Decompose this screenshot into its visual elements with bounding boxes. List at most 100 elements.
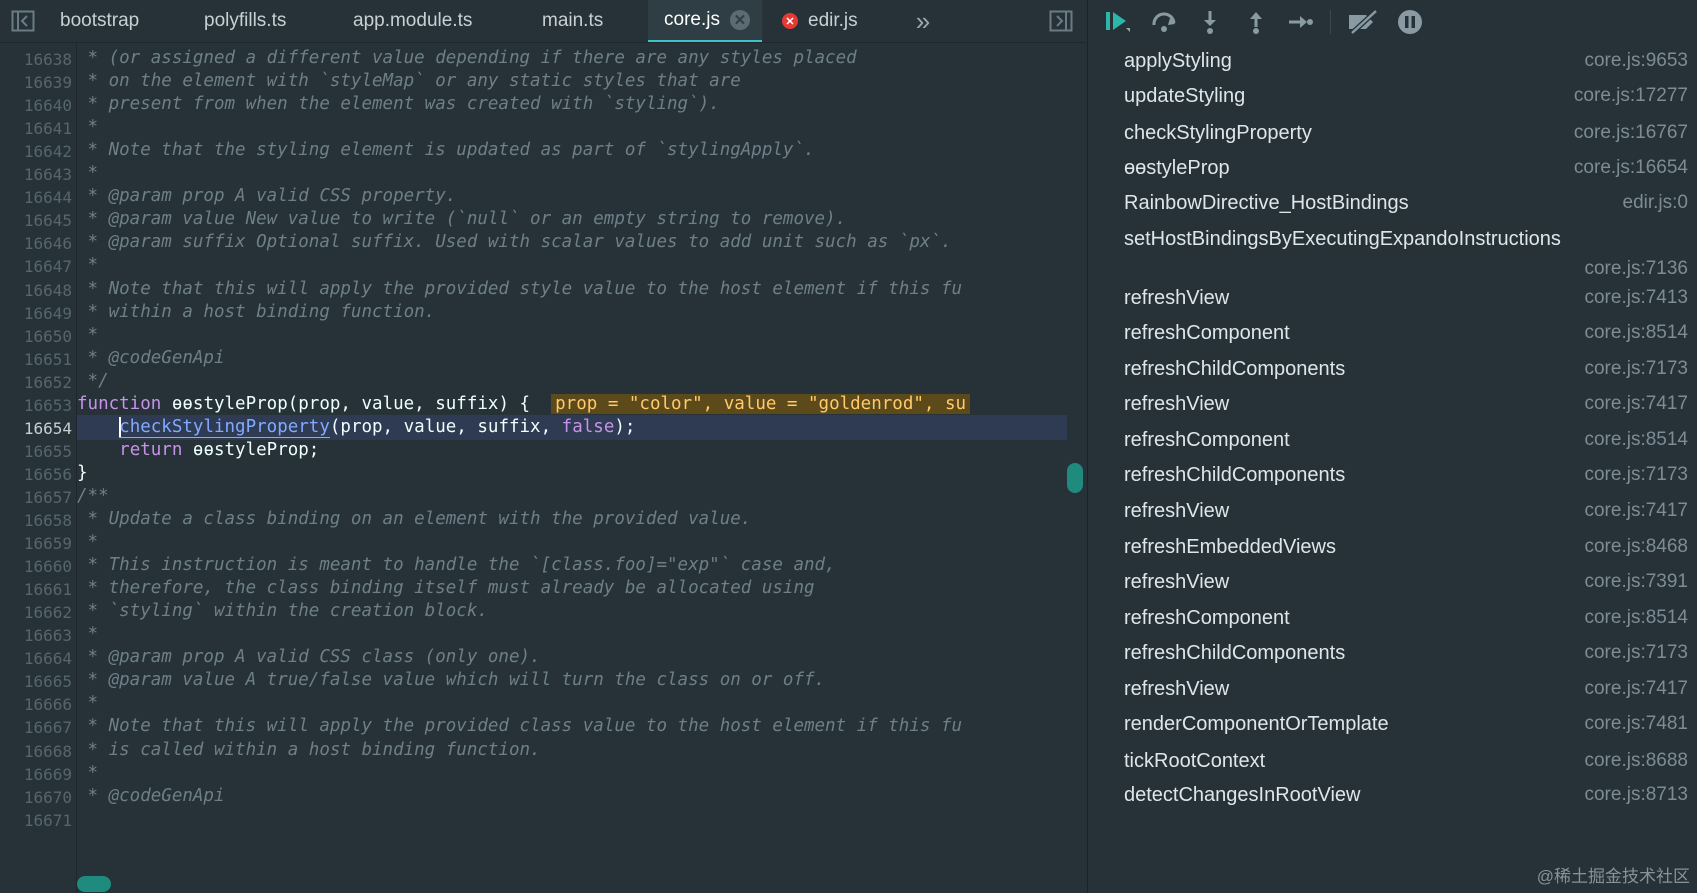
- breakpoints-off-icon[interactable]: [1346, 8, 1380, 36]
- sidebar-toggle-icon[interactable]: [6, 0, 40, 42]
- code-line[interactable]: * @codeGenApi: [77, 784, 1067, 809]
- line-number[interactable]: 16667: [0, 715, 72, 740]
- line-number[interactable]: 16640: [0, 93, 72, 118]
- code-line[interactable]: * present from when the element was crea…: [77, 92, 1067, 117]
- call-stack-frame[interactable]: refreshView core.js:7417: [1088, 500, 1697, 530]
- call-stack-frame[interactable]: refreshEmbeddedViews core.js:8468: [1088, 536, 1697, 566]
- code-line[interactable]: return ɵɵstyleProp;: [77, 438, 1067, 463]
- line-number[interactable]: 16668: [0, 739, 72, 764]
- line-number[interactable]: 16649: [0, 301, 72, 326]
- code-line[interactable]: /**: [77, 484, 1067, 509]
- line-number[interactable]: 16659: [0, 531, 72, 556]
- line-number[interactable]: 16657: [0, 485, 72, 510]
- call-stack-frame[interactable]: refreshComponent core.js:8514: [1088, 607, 1697, 637]
- line-number[interactable]: 16656: [0, 462, 72, 487]
- line-number[interactable]: 16651: [0, 347, 72, 372]
- code-line[interactable]: * `styling` within the creation block.: [77, 599, 1067, 624]
- code-line[interactable]: * (or assigned a different value dependi…: [77, 46, 1067, 71]
- line-number[interactable]: 16647: [0, 254, 72, 279]
- code-line[interactable]: *: [77, 115, 1067, 140]
- code-line[interactable]: *: [77, 622, 1067, 647]
- code-line[interactable]: * therefore, the class binding itself mu…: [77, 576, 1067, 601]
- pause-icon[interactable]: [1396, 8, 1424, 36]
- line-number[interactable]: 16670: [0, 785, 72, 810]
- call-stack-frame[interactable]: RainbowDirective_HostBindings edir.js:0: [1088, 192, 1697, 222]
- line-number[interactable]: 16671: [0, 808, 72, 833]
- line-number[interactable]: 16666: [0, 692, 72, 717]
- code-line[interactable]: * is called within a host binding functi…: [77, 738, 1067, 763]
- code-line[interactable]: * @param suffix Optional suffix. Used wi…: [77, 230, 1067, 255]
- line-number-gutter[interactable]: 16638 16639 16640 16641 16642 16643 16644 16645…: [0, 43, 77, 893]
- code-line[interactable]: }: [77, 461, 1067, 486]
- chevron-double-right-icon[interactable]: »: [908, 0, 938, 42]
- call-stack-frame[interactable]: tickRootContext core.js:8688: [1088, 750, 1697, 780]
- code-line[interactable]: * @param prop A valid CSS class (only on…: [77, 645, 1067, 670]
- tab-main[interactable]: main.ts: [542, 0, 603, 42]
- call-stack-frame[interactable]: refreshView core.js:7391: [1088, 571, 1697, 601]
- code-line[interactable]: * Note that the styling element is updat…: [77, 138, 1067, 163]
- call-stack-frame[interactable]: refreshChildComponents core.js:7173: [1088, 642, 1697, 672]
- call-stack-frame[interactable]: ɵɵstyleProp core.js:16654: [1088, 157, 1697, 187]
- code-line[interactable]: * within a host binding function.: [77, 300, 1067, 325]
- code-line[interactable]: * Note that this will apply the provided…: [77, 714, 1067, 739]
- line-number[interactable]: 16642: [0, 139, 72, 164]
- code-line[interactable]: */: [77, 369, 1067, 394]
- call-stack-frame[interactable]: refreshComponent core.js:8514: [1088, 429, 1697, 459]
- code-line[interactable]: [77, 807, 1067, 832]
- line-number[interactable]: 16641: [0, 116, 72, 141]
- code-line[interactable]: * Note that this will apply the provided…: [77, 277, 1067, 302]
- code-line[interactable]: *: [77, 323, 1067, 348]
- call-stack-frame[interactable]: renderComponentOrTemplate core.js:7481: [1088, 713, 1697, 743]
- call-stack-frame[interactable]: applyStyling core.js:9653: [1088, 50, 1697, 80]
- line-number[interactable]: 16648: [0, 278, 72, 303]
- step-over-icon[interactable]: [1150, 8, 1178, 36]
- code-line[interactable]: * @param prop A valid CSS property.: [77, 184, 1067, 209]
- code-line[interactable]: * on the element with `styleMap` or any …: [77, 69, 1067, 94]
- code-line[interactable]: *: [77, 761, 1067, 786]
- line-number[interactable]: 16643: [0, 162, 72, 187]
- step-out-icon[interactable]: [1242, 8, 1270, 36]
- call-stack-frame[interactable]: detectChangesInRootView core.js:8713: [1088, 784, 1697, 814]
- code-line[interactable]: function ɵɵstyleProp(prop, value, suffix…: [77, 392, 1067, 417]
- line-number[interactable]: 16654: [0, 416, 72, 441]
- line-number[interactable]: 16669: [0, 762, 72, 787]
- call-stack-frame[interactable]: refreshView core.js:7417: [1088, 678, 1697, 708]
- call-stack-frame[interactable]: refreshComponent core.js:8514: [1088, 322, 1697, 352]
- code-line[interactable]: *: [77, 530, 1067, 555]
- call-stack-frame[interactable]: refreshView core.js:7417: [1088, 393, 1697, 423]
- line-number[interactable]: 16644: [0, 185, 72, 210]
- tab-polyfills[interactable]: polyfills.ts: [204, 0, 286, 42]
- tab-app-module[interactable]: app.module.ts: [353, 0, 472, 42]
- panel-toggle-icon[interactable]: [1044, 0, 1078, 42]
- line-number[interactable]: 16658: [0, 508, 72, 533]
- code-line[interactable]: * Update a class binding on an element w…: [77, 507, 1067, 532]
- code-line[interactable]: *: [77, 161, 1067, 186]
- line-number[interactable]: 16638: [0, 47, 72, 72]
- line-number[interactable]: 16652: [0, 370, 72, 395]
- call-stack-frame[interactable]: updateStyling core.js:17277: [1088, 85, 1697, 115]
- call-stack-frame[interactable]: setHostBindingsByExecutingExpandoInstruc…: [1088, 228, 1697, 286]
- code-area[interactable]: * (or assigned a different value dependi…: [77, 43, 1067, 893]
- step-into-icon[interactable]: [1196, 8, 1224, 36]
- step-icon[interactable]: [1286, 8, 1314, 36]
- code-line[interactable]: * @param value A true/false value which …: [77, 668, 1067, 693]
- horizontal-scrollbar[interactable]: [77, 876, 111, 892]
- line-number[interactable]: 16639: [0, 70, 72, 95]
- code-line[interactable]: * This instruction is meant to handle th…: [77, 553, 1067, 578]
- line-number[interactable]: 16664: [0, 646, 72, 671]
- tab-bootstrap[interactable]: bootstrap: [60, 0, 139, 42]
- line-number[interactable]: 16655: [0, 439, 72, 464]
- code-line[interactable]: * @param value New value to write (`null…: [77, 207, 1067, 232]
- line-number[interactable]: 16663: [0, 623, 72, 648]
- code-line[interactable]: * @codeGenApi: [77, 346, 1067, 371]
- call-stack-frame[interactable]: refreshView core.js:7413: [1088, 287, 1697, 317]
- tab-core-js[interactable]: core.js ✕: [648, 0, 762, 42]
- line-number[interactable]: 16645: [0, 208, 72, 233]
- current-execution-line[interactable]: checkStylingProperty(prop, value, suffix…: [77, 414, 1067, 440]
- call-stack-frame[interactable]: checkStylingProperty core.js:16767: [1088, 122, 1697, 152]
- call-stack-frame[interactable]: refreshChildComponents core.js:7173: [1088, 464, 1697, 494]
- code-line[interactable]: *: [77, 691, 1067, 716]
- line-number[interactable]: 16665: [0, 669, 72, 694]
- line-number[interactable]: 16646: [0, 231, 72, 256]
- close-icon[interactable]: ✕: [729, 10, 750, 30]
